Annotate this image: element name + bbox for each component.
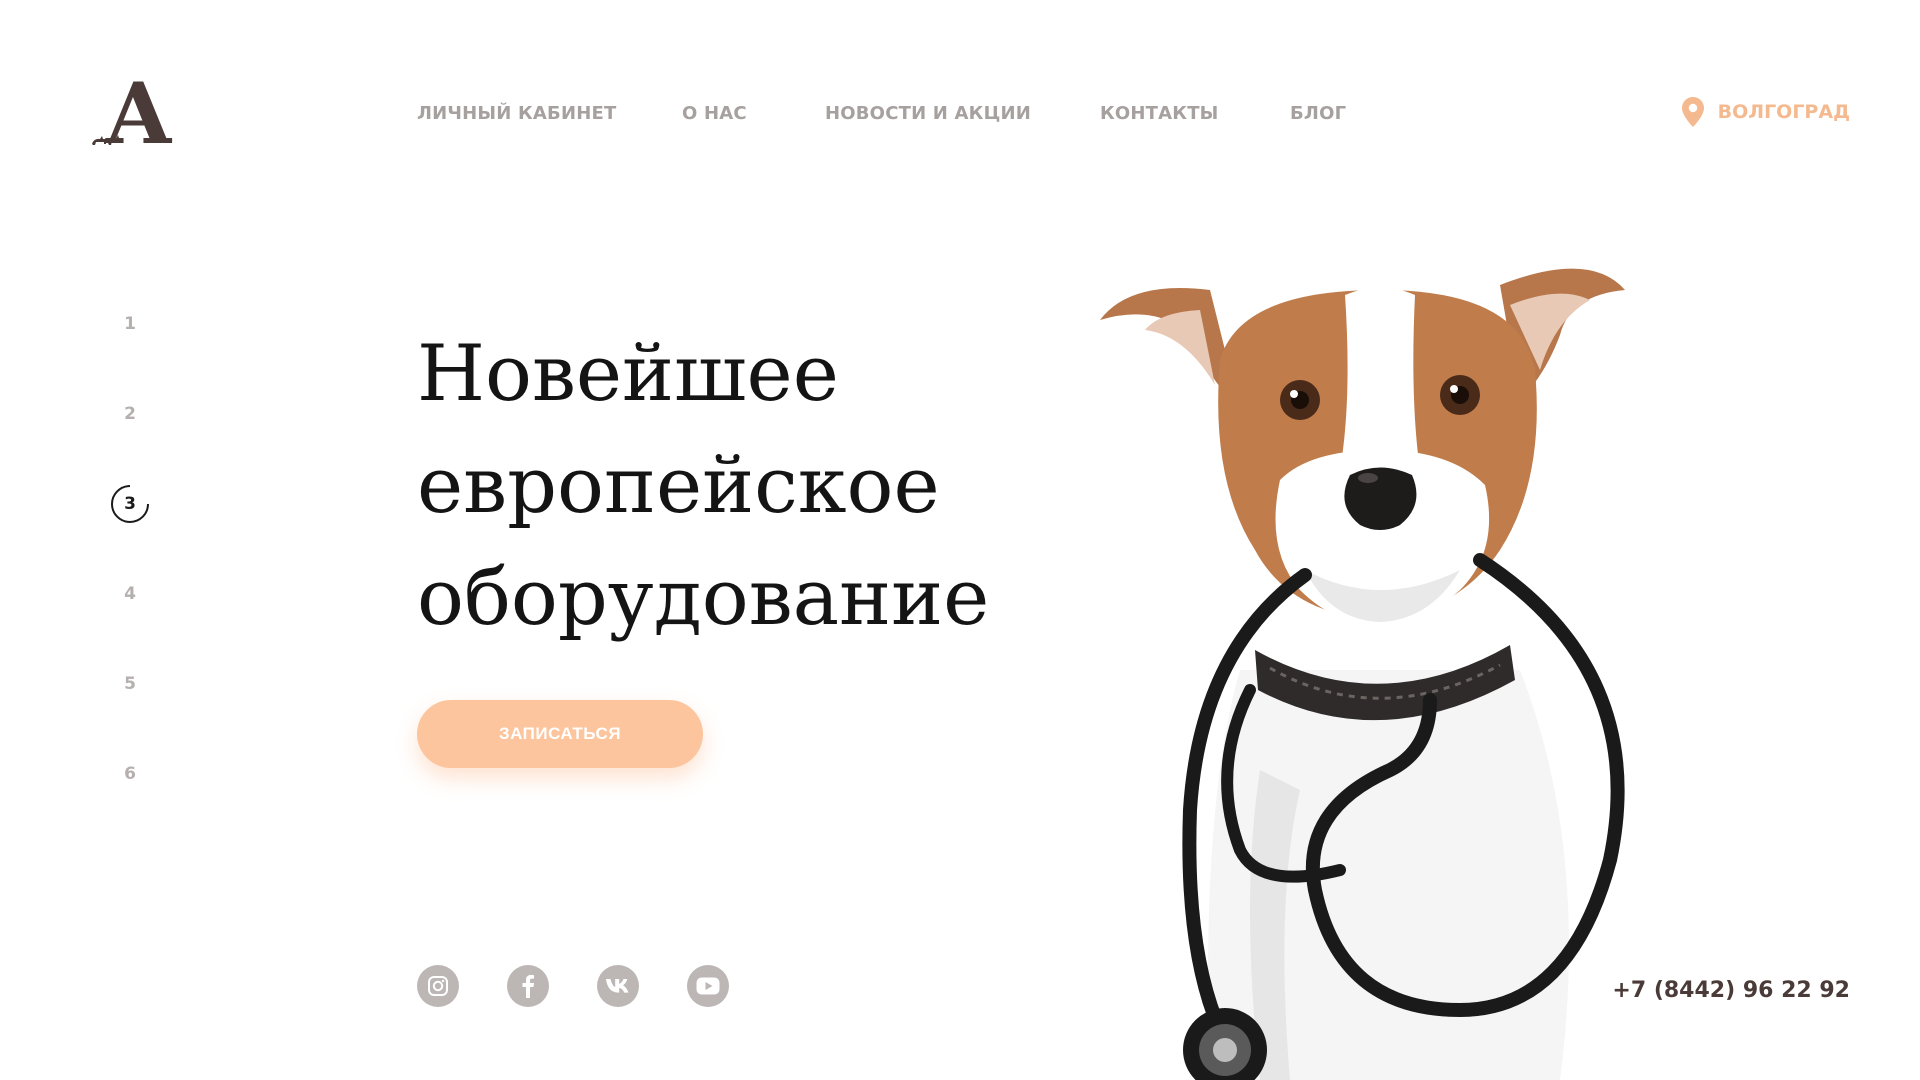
facebook-icon: [522, 974, 534, 998]
cat-dog-silhouette-icon: [92, 135, 121, 145]
youtube-link[interactable]: [687, 965, 729, 1007]
slide-number-1[interactable]: 1: [106, 300, 154, 348]
vk-icon: [606, 979, 629, 993]
logo[interactable]: A: [90, 72, 176, 156]
slide-number-2[interactable]: 2: [106, 390, 154, 438]
hero-title: Новейшее европейское оборудование: [417, 318, 1137, 654]
slide-number-4[interactable]: 4: [106, 570, 154, 618]
landing-page: A ЛИЧНЫЙ КАБИНЕТ О НАС НОВОСТИ И АКЦИИ К…: [0, 0, 1920, 1080]
slide-number-6[interactable]: 6: [106, 750, 154, 798]
vk-link[interactable]: [597, 965, 639, 1007]
hero-title-line-3: оборудование: [417, 553, 990, 643]
instagram-icon: [428, 976, 448, 996]
instagram-link[interactable]: [417, 965, 459, 1007]
city-label: ВОЛГОГРАД: [1717, 101, 1850, 123]
city-selector[interactable]: ВОЛГОГРАД: [1681, 97, 1850, 127]
nav-item-blog[interactable]: БЛОГ: [1290, 103, 1346, 124]
nav-item-news[interactable]: НОВОСТИ И АКЦИИ: [825, 103, 1031, 124]
map-pin-icon: [1681, 97, 1704, 127]
slide-number-5[interactable]: 5: [106, 660, 154, 708]
nav-item-contacts[interactable]: КОНТАКТЫ: [1100, 103, 1219, 124]
hero-title-line-1: Новейшее: [417, 329, 839, 419]
nav-item-about[interactable]: О НАС: [682, 103, 747, 124]
slide-number-3[interactable]: 3: [106, 480, 154, 528]
dog-with-stethoscope-image: [1100, 268, 1625, 1080]
facebook-link[interactable]: [507, 965, 549, 1007]
slide-number-3-label: 3: [124, 494, 136, 514]
hero-title-line-2: европейское: [417, 441, 940, 531]
nav-item-account[interactable]: ЛИЧНЫЙ КАБИНЕТ: [417, 103, 616, 124]
signup-button[interactable]: ЗАПИСАТЬСЯ: [417, 700, 703, 768]
youtube-icon: [696, 977, 720, 995]
